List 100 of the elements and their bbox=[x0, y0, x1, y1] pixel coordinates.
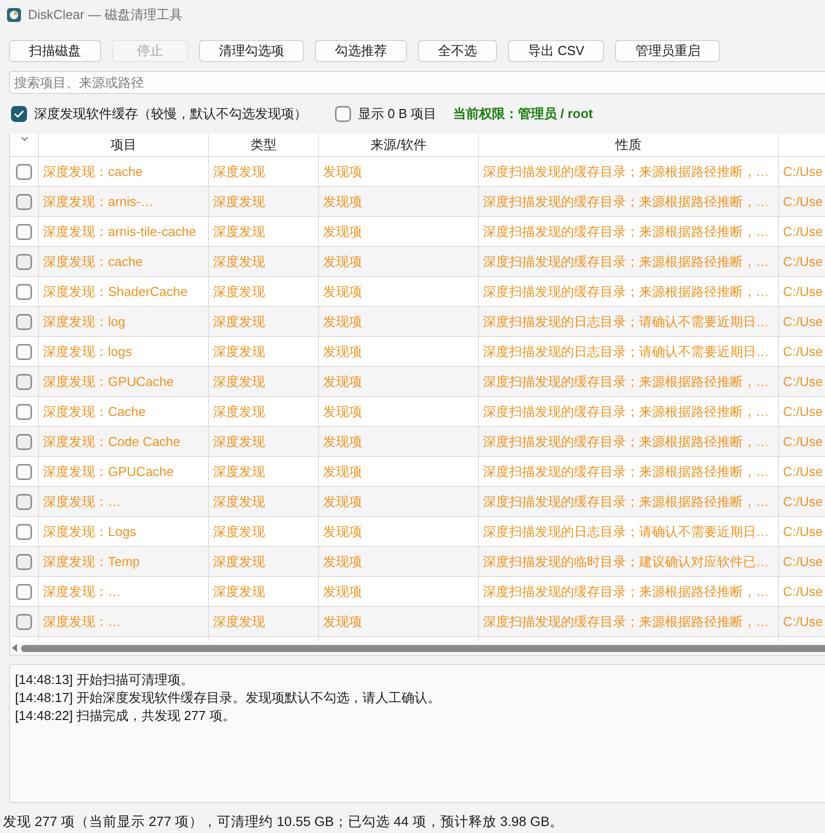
row-checkbox[interactable] bbox=[16, 494, 32, 510]
table-row[interactable]: 深度发现：Logs 深度发现 发现项 深度扫描发现的日志目录；请确认不需要近期日… C:/Use bbox=[10, 517, 825, 547]
table-row[interactable]: 深度发现：… 深度发现 发现项 深度扫描发现的缓存目录；来源根据路径推断，… C:/Use bbox=[10, 577, 825, 607]
table-cell-text: C:/Use bbox=[782, 403, 824, 421]
table-cell-text: C:/Use bbox=[782, 553, 824, 571]
table-cell: 深度发现 bbox=[209, 277, 319, 306]
table-cell: 深度发现 bbox=[209, 487, 319, 516]
column-header[interactable]: 项目 bbox=[39, 134, 209, 156]
row-checkbox[interactable] bbox=[16, 554, 32, 570]
row-checkbox[interactable] bbox=[16, 194, 32, 210]
table-cell: 深度发现：log bbox=[39, 307, 209, 336]
table-cell: 深度发现：Code Cache bbox=[39, 427, 209, 456]
row-checkbox[interactable] bbox=[16, 164, 32, 180]
table-cell: 深度发现 bbox=[209, 217, 319, 246]
table-cell: 深度发现 bbox=[209, 397, 319, 426]
table-cell-text: C:/Use bbox=[782, 433, 824, 451]
table-cell-text: C:/Use bbox=[782, 583, 824, 601]
table-cell-text: C:/Use bbox=[782, 373, 824, 391]
checkbox[interactable] bbox=[11, 106, 27, 122]
table-cell: 深度发现 bbox=[209, 247, 319, 276]
table-cell-text: C:/Use bbox=[782, 313, 824, 331]
table-cell: 深度发现 bbox=[209, 367, 319, 396]
row-checkbox[interactable] bbox=[16, 434, 32, 450]
table-row[interactable]: 深度发现：arnis-tile-cache 深度发现 发现项 深度扫描发现的缓存目录；来源根据路径推断，… C:/Use bbox=[10, 217, 825, 247]
table-cell: 深度扫描发现的缓存目录；来源根据路径推断，… bbox=[479, 487, 779, 516]
table-cell-text: C:/Use bbox=[782, 193, 824, 211]
left-arrow-icon[interactable] bbox=[12, 644, 17, 652]
table-cell: 发现项 bbox=[319, 397, 479, 426]
horizontal-scrollbar[interactable] bbox=[10, 641, 825, 655]
permission-label: 当前权限：管理员 / root bbox=[452, 105, 593, 123]
table-cell: 深度扫描发现的缓存目录；来源根据路径推断，… bbox=[479, 577, 779, 606]
table-cell-text: C:/Use bbox=[782, 283, 824, 301]
table-cell-text: C:/Use bbox=[782, 463, 824, 481]
table-cell: 深度发现：logs bbox=[39, 337, 209, 366]
table-row[interactable]: 深度发现：cache 深度发现 发现项 深度扫描发现的缓存目录；来源根据路径推断，… C:/Use bbox=[10, 157, 825, 187]
table-cell: 深度扫描发现的缓存目录；来源根据路径推断，… bbox=[479, 457, 779, 486]
table-cell: 深度扫描发现的日志目录；请确认不需要近期日… bbox=[479, 337, 779, 366]
table-row[interactable]: 深度发现：Code Cache 深度发现 发现项 深度扫描发现的缓存目录；来源根据路径推断，… C:/Use bbox=[10, 427, 825, 457]
row-checkbox[interactable] bbox=[16, 254, 32, 270]
table-cell: 发现项 bbox=[319, 487, 479, 516]
search-field[interactable]: 搜索项目、来源或路径 bbox=[9, 71, 825, 94]
row-checkbox[interactable] bbox=[16, 314, 32, 330]
checkbox[interactable] bbox=[335, 106, 351, 122]
toolbar-button[interactable]: 扫描磁盘 bbox=[9, 40, 101, 62]
table-row[interactable]: 深度发现：… 深度发现 发现项 深度扫描发现的缓存目录；来源根据路径推断，… C:/Use bbox=[10, 607, 825, 637]
table-cell: 深度发现 bbox=[209, 337, 319, 366]
table-cell: 发现项 bbox=[319, 157, 479, 186]
table-row[interactable]: 深度发现：… 深度发现 发现项 深度扫描发现的缓存目录；来源根据路径推断，… C:/Use bbox=[10, 487, 825, 517]
caret-icon[interactable] bbox=[20, 137, 28, 141]
table-cell: 深度扫描发现的缓存目录；来源根据路径推断，… bbox=[479, 187, 779, 216]
row-checkbox[interactable] bbox=[16, 464, 32, 480]
toolbar-button[interactable]: 导出 CSV bbox=[508, 40, 604, 62]
row-checkbox[interactable] bbox=[16, 374, 32, 390]
toolbar-button[interactable]: 管理员重启 bbox=[615, 40, 720, 62]
row-checkbox[interactable] bbox=[16, 404, 32, 420]
table-cell-text: C:/Use bbox=[782, 343, 824, 361]
table-cell: 深度扫描发现的缓存目录；来源根据路径推断，… bbox=[479, 217, 779, 246]
table-row[interactable]: 深度发现：Cache 深度发现 发现项 深度扫描发现的缓存目录；来源根据路径推断，… C:/Use bbox=[10, 397, 825, 427]
log-line: [14:48:13] 开始扫描可清理项。 bbox=[15, 671, 194, 689]
table-cell: 深度发现 bbox=[209, 157, 319, 186]
row-checkbox[interactable] bbox=[16, 344, 32, 360]
table-row[interactable]: 深度发现：Temp 深度发现 发现项 深度扫描发现的临时目录；建议确认对应软件已… C:/Use bbox=[10, 547, 825, 577]
column-header[interactable]: 类型 bbox=[209, 134, 319, 156]
table-cell: 深度发现 bbox=[209, 307, 319, 336]
row-checkbox[interactable] bbox=[16, 284, 32, 300]
table-cell: 发现项 bbox=[319, 187, 479, 216]
checkbox-label[interactable]: 深度发现软件缓存（较慢，默认不勾选发现项） bbox=[34, 105, 307, 123]
table-row[interactable]: 深度发现：logs 深度发现 发现项 深度扫描发现的日志目录；请确认不需要近期日… C:/Use bbox=[10, 337, 825, 367]
log-line: [14:48:22] 扫描完成，共发现 277 项。 bbox=[15, 707, 236, 725]
table-cell: 深度发现：arnis-… bbox=[39, 187, 209, 216]
table-row[interactable]: 深度发现：arnis-… 深度发现 发现项 深度扫描发现的缓存目录；来源根据路径推断，… C:/Use bbox=[10, 187, 825, 217]
table-cell: 深度发现：arnis-tile-cache bbox=[39, 217, 209, 246]
row-checkbox[interactable] bbox=[16, 614, 32, 630]
toolbar-button[interactable]: 勾选推荐 bbox=[315, 40, 407, 62]
row-checkbox[interactable] bbox=[16, 224, 32, 240]
table-cell: 深度扫描发现的临时目录；建议确认对应软件已… bbox=[479, 547, 779, 576]
table-row[interactable]: 深度发现：log 深度发现 发现项 深度扫描发现的日志目录；请确认不需要近期日… C:/Use bbox=[10, 307, 825, 337]
table-cell: 深度发现：GPUCache bbox=[39, 457, 209, 486]
table-row[interactable]: 深度发现：ShaderCache 深度发现 发现项 深度扫描发现的缓存目录；来源根据路径推断，… C:/Use bbox=[10, 277, 825, 307]
row-checkbox[interactable] bbox=[16, 584, 32, 600]
table-cell-text: C:/Use bbox=[782, 523, 824, 541]
row-checkbox[interactable] bbox=[16, 524, 32, 540]
table-cell: 深度发现 bbox=[209, 187, 319, 216]
scrollbar-thumb[interactable] bbox=[21, 644, 825, 652]
table-row[interactable]: 深度发现：cache 深度发现 发现项 深度扫描发现的缓存目录；来源根据路径推断，… C:/Use bbox=[10, 247, 825, 277]
table-cell: 深度发现 bbox=[209, 607, 319, 636]
table-cell: 深度发现：Temp bbox=[39, 547, 209, 576]
column-header[interactable]: 性质 bbox=[479, 134, 779, 156]
table-cell: 发现项 bbox=[319, 607, 479, 636]
table-row[interactable]: 深度发现：GPUCache 深度发现 发现项 深度扫描发现的缓存目录；来源根据路径推断，… C:/Use bbox=[10, 367, 825, 397]
toolbar-button[interactable]: 清理勾选项 bbox=[199, 40, 304, 62]
table-cell: 发现项 bbox=[319, 517, 479, 546]
table-cell: 深度扫描发现的缓存目录；来源根据路径推断，… bbox=[479, 607, 779, 636]
column-header[interactable]: 来源/软件 bbox=[319, 134, 479, 156]
table-cell: 发现项 bbox=[319, 307, 479, 336]
checkbox-label[interactable]: 显示 0 B 项目 bbox=[358, 105, 437, 123]
table-cell: 深度发现 bbox=[209, 427, 319, 456]
table-cell: 深度发现 bbox=[209, 547, 319, 576]
toolbar-button[interactable]: 全不选 bbox=[418, 40, 497, 62]
table-row[interactable]: 深度发现：GPUCache 深度发现 发现项 深度扫描发现的缓存目录；来源根据路径推断，… C:/Use bbox=[10, 457, 825, 487]
